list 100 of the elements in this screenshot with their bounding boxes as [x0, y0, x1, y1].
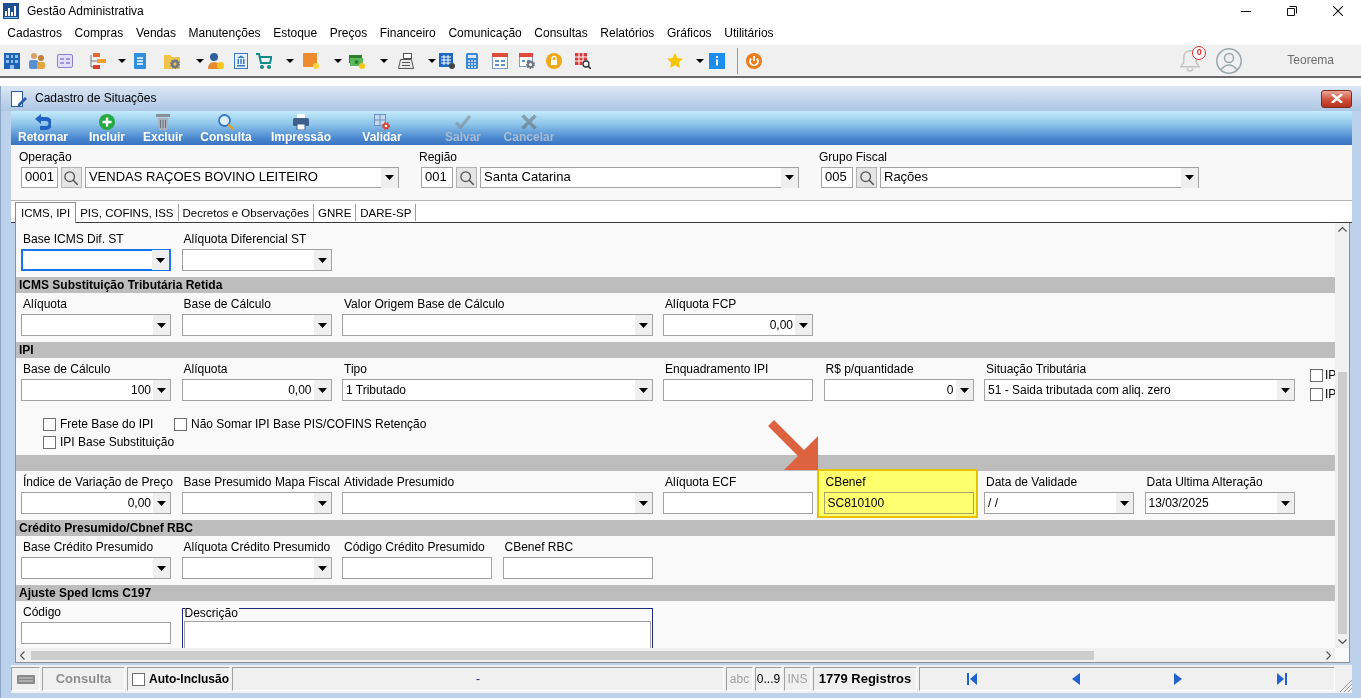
- document-icon[interactable]: [132, 52, 148, 69]
- caret-icon[interactable]: [157, 322, 166, 328]
- previous-record-icon[interactable]: [1071, 673, 1080, 685]
- toolbar-button[interactable]: Impressão: [269, 111, 332, 145]
- power-icon[interactable]: [746, 52, 762, 69]
- menu-item[interactable]: Gráficos: [660, 25, 718, 41]
- menu-item[interactable]: Relatórios: [594, 25, 661, 41]
- checkbox[interactable]: [132, 672, 145, 686]
- horizontal-scrollbar[interactable]: [16, 648, 1335, 662]
- combo-box[interactable]: [21, 249, 171, 271]
- combo-box[interactable]: 0: [823, 379, 974, 401]
- tab[interactable]: GNRE: [314, 204, 357, 221]
- minimize-icon[interactable]: [1241, 10, 1251, 12]
- keyboard-icon[interactable]: [16, 674, 35, 684]
- checkbox[interactable]: [1310, 388, 1323, 401]
- search-button[interactable]: [856, 167, 877, 188]
- menu-item[interactable]: Consultas: [528, 25, 594, 41]
- text-field[interactable]: [342, 557, 492, 579]
- info-icon[interactable]: [709, 52, 725, 69]
- combo-box[interactable]: Rações: [880, 167, 1199, 188]
- checkbox[interactable]: [43, 435, 56, 449]
- combo-box[interactable]: / /: [984, 492, 1134, 514]
- caret-icon[interactable]: [799, 322, 808, 328]
- folder-gear-icon[interactable]: [164, 52, 180, 69]
- search-button[interactable]: [60, 167, 82, 188]
- combo-box[interactable]: 1 Tributado: [342, 379, 653, 401]
- bank-document-icon[interactable]: [233, 52, 249, 69]
- money-icon[interactable]: [349, 52, 365, 69]
- restore-icon[interactable]: [1287, 6, 1297, 16]
- menu-item[interactable]: Comunicação: [442, 25, 529, 41]
- star-icon[interactable]: [667, 52, 683, 69]
- caret-icon[interactable]: [317, 565, 327, 571]
- menu-item[interactable]: Utilitários: [717, 25, 780, 41]
- user-name[interactable]: Teorema: [1287, 53, 1334, 68]
- menu-item[interactable]: Cadastros: [1, 25, 69, 41]
- caret-icon[interactable]: [385, 175, 394, 180]
- combo-box[interactable]: VENDAS RAÇOES BOVINO LEITEIRO: [84, 167, 399, 188]
- code-field[interactable]: 001: [421, 167, 453, 188]
- tab[interactable]: PIS, COFINS, ISS: [76, 204, 179, 221]
- building-icon[interactable]: [4, 52, 20, 69]
- close-button[interactable]: [1321, 89, 1352, 108]
- menu-item[interactable]: Preços: [323, 25, 374, 41]
- close-icon[interactable]: [1333, 6, 1343, 16]
- tab[interactable]: ICMS, IPI: [15, 202, 77, 223]
- caret-icon[interactable]: [785, 175, 794, 180]
- caret-icon[interactable]: [157, 565, 166, 571]
- text-field[interactable]: [21, 622, 171, 644]
- chevron-left-icon[interactable]: [20, 650, 25, 660]
- caret-icon[interactable]: [286, 58, 294, 63]
- first-record-icon[interactable]: [967, 673, 978, 685]
- caret-icon[interactable]: [317, 257, 327, 263]
- tab[interactable]: DARE-SP: [356, 204, 417, 221]
- caret-icon[interactable]: [638, 387, 648, 393]
- text-field[interactable]: [502, 557, 653, 579]
- caret-icon[interactable]: [1280, 500, 1290, 506]
- caret-icon[interactable]: [118, 58, 126, 63]
- toolbar-button[interactable]: Consulta: [199, 111, 253, 145]
- text-field[interactable]: [663, 492, 813, 514]
- text-field[interactable]: [663, 379, 813, 401]
- caret-icon[interactable]: [959, 387, 969, 393]
- combo-box[interactable]: 100: [21, 379, 171, 401]
- people-icon[interactable]: [29, 52, 45, 69]
- checkbox[interactable]: [43, 417, 56, 431]
- calculator-icon[interactable]: [464, 52, 480, 69]
- chevron-up-icon[interactable]: [1337, 227, 1347, 232]
- caret-icon[interactable]: [1280, 387, 1290, 393]
- next-record-icon[interactable]: [1174, 673, 1183, 685]
- caret-icon[interactable]: [317, 322, 327, 328]
- combo-box[interactable]: 0,00: [21, 492, 171, 514]
- cash-register-icon[interactable]: [398, 52, 414, 69]
- calendar-gear-icon[interactable]: [519, 52, 535, 69]
- caret-icon[interactable]: [638, 322, 648, 328]
- table-search-icon[interactable]: [575, 52, 591, 69]
- caret-icon[interactable]: [156, 257, 165, 263]
- combo-box[interactable]: 13/03/2025: [1144, 492, 1295, 514]
- caret-icon[interactable]: [638, 500, 648, 506]
- caret-icon[interactable]: [1185, 175, 1194, 180]
- toolbar-button[interactable]: Validar: [361, 111, 403, 145]
- vertical-scrollbar[interactable]: [1335, 223, 1349, 648]
- checkbox[interactable]: [174, 417, 187, 431]
- combo-box[interactable]: Santa Catarina: [480, 167, 799, 188]
- code-field[interactable]: 005: [821, 167, 853, 188]
- caret-icon[interactable]: [1120, 500, 1129, 506]
- person-coin-icon[interactable]: [208, 52, 224, 69]
- caret-icon[interactable]: [696, 58, 704, 63]
- search-button[interactable]: [456, 167, 477, 188]
- caret-icon[interactable]: [157, 500, 166, 506]
- menu-item[interactable]: Estoque: [266, 25, 324, 41]
- hierarchy-icon[interactable]: [90, 52, 106, 69]
- menu-item[interactable]: Financeiro: [373, 25, 443, 41]
- caret-icon[interactable]: [157, 387, 166, 393]
- code-field[interactable]: 0001: [21, 167, 58, 188]
- bell-icon[interactable]: [1180, 49, 1201, 72]
- combo-box[interactable]: 0,00: [663, 314, 813, 336]
- caret-icon[interactable]: [317, 387, 327, 393]
- last-record-icon[interactable]: [1276, 673, 1287, 685]
- card-icon[interactable]: [57, 52, 73, 69]
- caret-icon[interactable]: [196, 58, 204, 63]
- caret-icon[interactable]: [380, 58, 388, 63]
- resize-grip-icon[interactable]: [1340, 680, 1352, 692]
